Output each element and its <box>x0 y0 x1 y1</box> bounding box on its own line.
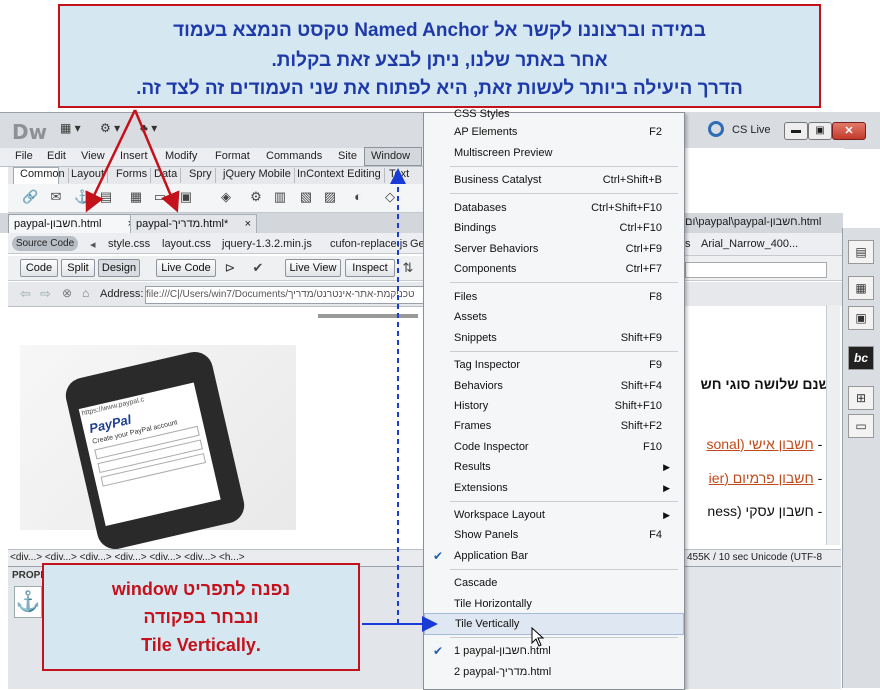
callout-line: הדרך היעילה ביותר לעשות זאת, היא לפתוח א… <box>136 78 743 99</box>
callout-line: אחר באתר שלנו, ניתן לבצע זאת בקלות. <box>271 50 608 71</box>
callout-line: במידה וברצוננו לקשר אל Named Anchor טקסט… <box>173 20 706 41</box>
instruction-callout-top: במידה וברצוננו לקשר אל Named Anchor טקסט… <box>58 4 821 108</box>
red-arrow-doc-2 <box>133 109 180 213</box>
red-arrow-doc-1 <box>85 109 137 213</box>
callout-line: ונבחר בפקודה <box>143 607 259 627</box>
callout-line: נפנה לתפריט window <box>111 579 291 599</box>
callout-line: .Tile Vertically <box>141 635 261 655</box>
instruction-callout-bottom: נפנה לתפריט window ונבחר בפקודה .Tile Ve… <box>42 563 360 671</box>
